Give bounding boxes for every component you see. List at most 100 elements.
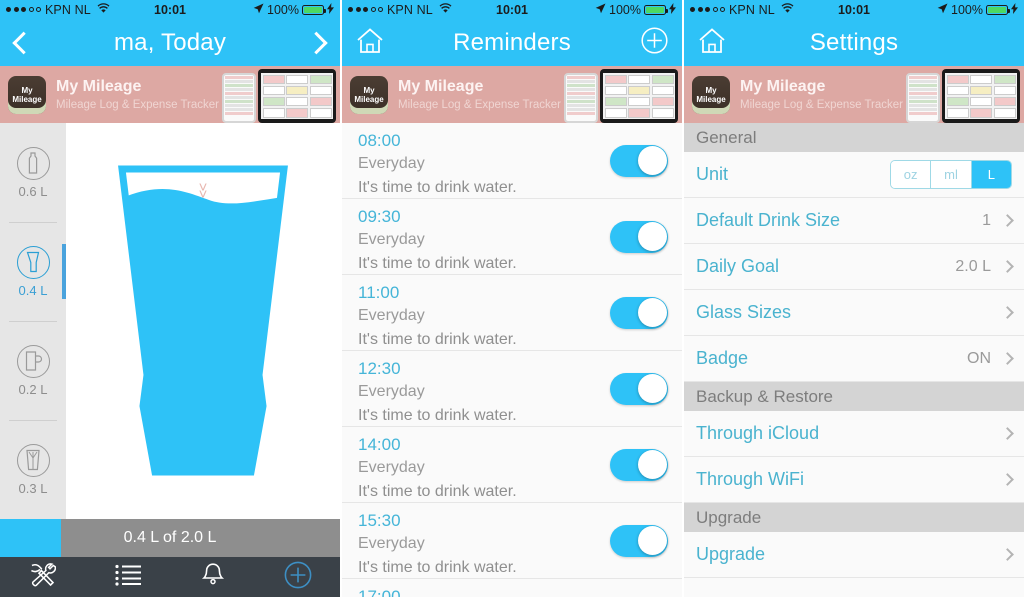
reminder-toggle[interactable] bbox=[610, 296, 668, 329]
previous-day-button[interactable] bbox=[14, 29, 30, 57]
status-bar: KPN NL 10:01 100% bbox=[684, 0, 1024, 19]
setting-label: Unit bbox=[696, 164, 729, 184]
reminder-time: 17:00 bbox=[358, 587, 401, 597]
plus-circle-icon bbox=[641, 26, 668, 59]
ad-tablet-mockup bbox=[600, 69, 678, 123]
tools-button[interactable] bbox=[0, 562, 85, 592]
glass-size-option-2[interactable]: 0.2 L bbox=[0, 321, 66, 420]
signal-strength-icon bbox=[6, 7, 41, 12]
reminder-message: It's time to drink water. bbox=[358, 483, 517, 500]
glass-size-option-0[interactable]: 0.6 L bbox=[0, 123, 66, 222]
ad-banner[interactable]: My Mileage My Mileage Mileage Log & Expe… bbox=[0, 66, 340, 123]
setting-row-glass-sizes[interactable]: Glass Sizes bbox=[684, 290, 1024, 336]
glass-size-option-1[interactable]: 0.4 L bbox=[0, 222, 66, 321]
status-bar-left: KPN NL bbox=[6, 3, 110, 17]
toggle-knob bbox=[637, 450, 667, 479]
battery-icon bbox=[644, 4, 668, 15]
add-drink-button[interactable] bbox=[255, 561, 340, 594]
unit-option-l[interactable]: L bbox=[971, 161, 1011, 188]
log-list-button[interactable] bbox=[85, 563, 170, 591]
setting-label: Through WiFi bbox=[696, 469, 805, 489]
page-title: ma, Today bbox=[113, 28, 227, 56]
reminder-toggle[interactable] bbox=[610, 220, 668, 253]
ad-icon-line-2: Mileage bbox=[696, 94, 726, 104]
setting-row-upgrade[interactable]: Upgrade bbox=[684, 532, 1024, 578]
reminder-toggle[interactable] bbox=[610, 448, 668, 481]
toggle-knob bbox=[637, 222, 667, 251]
reminder-row[interactable]: 11:00 Everyday It's time to drink water. bbox=[342, 275, 682, 351]
home-body: 0.6 L 0.4 L 0.2 L 0.3 L ˅ ˅ bbox=[0, 123, 340, 519]
tools-icon bbox=[29, 562, 57, 592]
setting-row-through-wifi[interactable]: Through WiFi bbox=[684, 457, 1024, 503]
location-arrow-icon bbox=[595, 3, 606, 17]
wifi-icon bbox=[439, 2, 452, 17]
setting-row-daily-goal[interactable]: Daily Goal 2.0 L bbox=[684, 244, 1024, 290]
battery-percent-label: 100% bbox=[267, 2, 299, 17]
ad-icon-line-1: My bbox=[705, 85, 717, 95]
section-header-general: General bbox=[684, 123, 1024, 152]
setting-label: Daily Goal bbox=[696, 256, 780, 276]
setting-row-through-icloud[interactable]: Through iCloud bbox=[684, 411, 1024, 457]
unit-segmented-control[interactable]: oz ml L bbox=[890, 160, 1012, 189]
toggle-knob bbox=[637, 298, 667, 327]
reminder-row[interactable]: 15:30 Everyday It's time to drink water. bbox=[342, 503, 682, 579]
chevron-right-icon bbox=[310, 29, 326, 57]
glass-size-option-3[interactable]: 0.3 L bbox=[0, 420, 66, 519]
water-glass-graphic: ˅ ˅ bbox=[109, 160, 297, 482]
ad-tablet-mockup bbox=[258, 69, 336, 123]
setting-label: Glass Sizes bbox=[696, 302, 792, 322]
glass-size-label: 0.4 L bbox=[18, 282, 48, 298]
status-bar: KPN NL 10:01 100% bbox=[0, 0, 340, 19]
setting-row-default-drink-size[interactable]: Default Drink Size 1 bbox=[684, 198, 1024, 244]
battery-icon bbox=[302, 4, 326, 15]
add-reminder-button[interactable] bbox=[641, 26, 668, 59]
daily-progress-bar: 0.4 L of 2.0 L bbox=[0, 519, 340, 557]
status-bar-left: KPN NL bbox=[348, 3, 452, 17]
ad-icon-line-2: Mileage bbox=[354, 94, 384, 104]
charging-bolt-icon bbox=[669, 2, 676, 17]
ad-subtitle: Mileage Log & Expense Tracker bbox=[56, 99, 220, 111]
home-button[interactable] bbox=[698, 27, 726, 59]
screen-home: KPN NL 10:01 100% ma, Today My Mileage M… bbox=[0, 0, 340, 597]
reminder-row[interactable]: 09:30 Everyday It's time to drink water. bbox=[342, 199, 682, 275]
next-day-button[interactable] bbox=[310, 29, 326, 57]
reminder-toggle[interactable] bbox=[610, 372, 668, 405]
signal-strength-icon bbox=[348, 7, 383, 12]
reminders-button[interactable] bbox=[170, 562, 255, 592]
setting-row-unit[interactable]: Unit oz ml L bbox=[684, 152, 1024, 198]
pull-down-chevrons-icon: ˅ ˅ bbox=[198, 179, 208, 203]
setting-value: ON bbox=[967, 349, 991, 367]
reminders-list[interactable]: 08:00 Everyday It's time to drink water.… bbox=[342, 123, 682, 597]
ad-icon-line-1: My bbox=[21, 85, 33, 95]
plus-circle-icon bbox=[284, 561, 312, 594]
setting-row-badge[interactable]: Badge ON bbox=[684, 336, 1024, 382]
ad-screenshot-preview bbox=[906, 66, 1024, 123]
reminder-toggle[interactable] bbox=[610, 144, 668, 177]
unit-option-oz[interactable]: oz bbox=[891, 161, 932, 188]
ad-banner[interactable]: My Mileage My Mileage Mileage Log & Expe… bbox=[684, 66, 1024, 123]
chevron-right-icon bbox=[1001, 548, 1014, 561]
ad-icon-line-2: Mileage bbox=[12, 94, 42, 104]
reminder-message: It's time to drink water. bbox=[358, 559, 517, 576]
toggle-knob bbox=[637, 146, 667, 175]
reminder-row[interactable]: 12:30 Everyday It's time to drink water. bbox=[342, 351, 682, 427]
reminder-row[interactable]: 17:00 Everyday It's time to drink water. bbox=[342, 579, 682, 597]
settings-list[interactable]: General Unit oz ml L Default Drink Size … bbox=[684, 123, 1024, 597]
section-header-upgrade: Upgrade bbox=[684, 503, 1024, 532]
chevron-right-icon bbox=[1001, 427, 1014, 440]
chevron-right-icon bbox=[1001, 352, 1014, 365]
setting-label: Default Drink Size bbox=[696, 210, 841, 230]
chevron-right-icon bbox=[1001, 260, 1014, 273]
ad-screenshot-preview bbox=[564, 66, 682, 123]
ad-banner[interactable]: My Mileage My Mileage Mileage Log & Expe… bbox=[342, 66, 682, 123]
status-bar-right: 100% bbox=[595, 2, 676, 17]
home-button[interactable] bbox=[356, 27, 384, 59]
unit-option-ml[interactable]: ml bbox=[931, 161, 972, 188]
water-glass-area[interactable]: ˅ ˅ bbox=[66, 123, 340, 519]
ad-subtitle: Mileage Log & Expense Tracker bbox=[398, 99, 562, 111]
reminder-row[interactable]: 08:00 Everyday It's time to drink water. bbox=[342, 123, 682, 199]
battery-icon bbox=[986, 4, 1010, 15]
reminder-toggle[interactable] bbox=[610, 524, 668, 557]
ad-text-block: My Mileage Mileage Log & Expense Tracker bbox=[398, 78, 564, 111]
reminder-row[interactable]: 14:00 Everyday It's time to drink water. bbox=[342, 427, 682, 503]
